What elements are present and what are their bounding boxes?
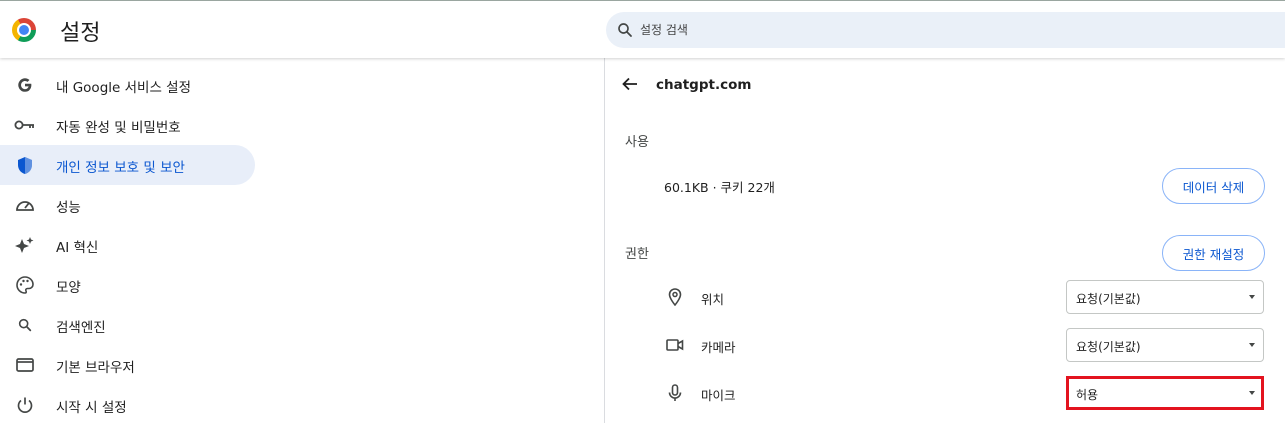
select-value: 요청(기본값) <box>1076 340 1141 354</box>
page-title: 설정 <box>60 21 101 46</box>
search-icon <box>616 21 634 43</box>
sidebar-item-autofill[interactable]: 자동 완성 및 비밀번호 <box>0 105 255 145</box>
sidebar-item-ai[interactable]: AI 혁신 <box>0 225 255 265</box>
location-pin-icon <box>666 288 684 306</box>
site-details-panel: chatgpt.com 사용 60.1KB · 쿠키 22개 데이터 삭제 권한… <box>604 58 1285 423</box>
sidebar-item-label: 자동 완성 및 비밀번호 <box>56 120 181 136</box>
chevron-down-icon <box>1249 391 1255 395</box>
sidebar-item-privacy-security[interactable]: 개인 정보 보호 및 보안 <box>0 145 255 185</box>
sparkle-icon <box>14 235 36 255</box>
sidebar-item-search-engine[interactable]: 검색엔진 <box>0 305 255 345</box>
microphone-permission-select[interactable]: 허용 <box>1066 376 1264 410</box>
back-arrow-icon[interactable] <box>621 75 639 97</box>
power-icon <box>14 395 36 415</box>
select-value: 요청(기본값) <box>1076 292 1141 306</box>
sidebar-item-label: 개인 정보 보호 및 보안 <box>56 160 185 176</box>
search-box[interactable] <box>606 12 1285 48</box>
sidebar-item-on-startup[interactable]: 시작 시 설정 <box>0 385 255 423</box>
browser-window-icon <box>14 355 36 375</box>
microphone-icon <box>666 384 684 402</box>
sidebar-item-label: 내 Google 서비스 설정 <box>56 80 191 96</box>
key-icon <box>14 115 36 135</box>
sidebar-item-default-browser[interactable]: 기본 브라우저 <box>0 345 255 385</box>
palette-icon <box>14 275 36 295</box>
sidebar-item-label: 검색엔진 <box>56 320 106 336</box>
sidebar-item-label: AI 혁신 <box>56 240 99 256</box>
delete-data-button[interactable]: 데이터 삭제 <box>1162 168 1265 204</box>
permission-row-microphone: 마이크 허용 <box>605 369 1285 417</box>
site-title: chatgpt.com <box>656 77 752 93</box>
shield-icon <box>14 155 36 175</box>
camera-permission-select[interactable]: 요청(기본값) <box>1066 328 1264 362</box>
permission-label: 카메라 <box>701 340 736 355</box>
sidebar-item-label: 성능 <box>56 200 81 216</box>
speedometer-icon <box>14 195 36 215</box>
sidebar-item-label: 기본 브라우저 <box>56 360 135 376</box>
google-g-icon <box>14 75 36 95</box>
chrome-logo-icon <box>12 18 36 42</box>
sidebar-item-label: 모양 <box>56 280 81 296</box>
top-bar: 설정 <box>0 0 1285 58</box>
reset-permissions-button[interactable]: 권한 재설정 <box>1162 235 1265 271</box>
permission-row-camera: 카메라 요청(기본값) <box>605 321 1285 369</box>
permission-row-location: 위치 요청(기본값) <box>605 273 1285 321</box>
sidebar-item-google-services[interactable]: 내 Google 서비스 설정 <box>0 65 255 105</box>
select-value: 허용 <box>1076 388 1099 402</box>
chevron-down-icon <box>1249 295 1255 299</box>
search-icon <box>14 315 36 335</box>
permissions-section-label: 권한 <box>625 247 649 262</box>
permission-label: 위치 <box>701 292 725 307</box>
usage-text: 60.1KB · 쿠키 22개 <box>664 180 775 195</box>
usage-section-label: 사용 <box>625 135 649 150</box>
permission-label: 마이크 <box>701 388 736 403</box>
search-input[interactable] <box>640 20 1240 40</box>
sidebar: 내 Google 서비스 설정 자동 완성 및 비밀번호 개인 정보 보호 및 … <box>0 58 270 423</box>
sidebar-item-label: 시작 시 설정 <box>56 400 127 416</box>
camera-icon <box>666 336 684 354</box>
location-permission-select[interactable]: 요청(기본값) <box>1066 280 1264 314</box>
sidebar-item-appearance[interactable]: 모양 <box>0 265 255 305</box>
sidebar-item-performance[interactable]: 성능 <box>0 185 255 225</box>
chevron-down-icon <box>1249 343 1255 347</box>
